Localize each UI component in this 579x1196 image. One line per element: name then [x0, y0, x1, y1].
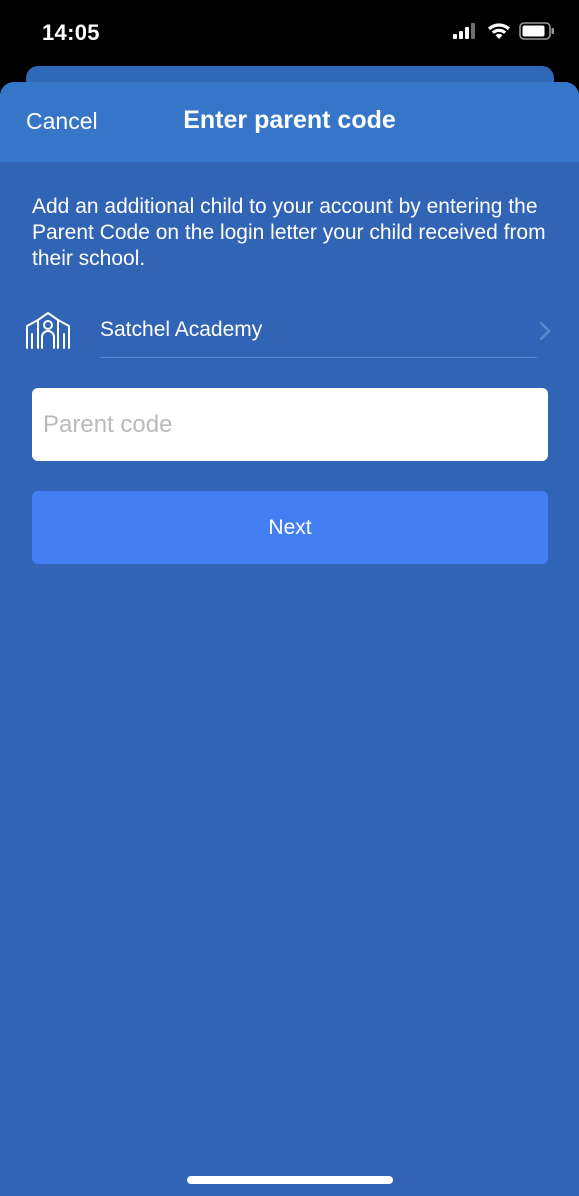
school-building-icon — [26, 312, 70, 349]
status-bar: 14:05 — [0, 0, 579, 70]
school-name: Satchel Academy — [100, 318, 263, 341]
next-button[interactable]: Next — [32, 491, 548, 564]
wifi-icon — [488, 23, 510, 39]
battery-icon — [519, 22, 554, 40]
home-indicator — [187, 1176, 393, 1184]
modal-sheet: Cancel Enter parent code Add an addition… — [0, 82, 579, 1196]
page-title: Enter parent code — [183, 106, 396, 134]
instructions-text: Add an additional child to your account … — [32, 195, 546, 270]
parent-code-input[interactable] — [32, 388, 548, 461]
nav-bar: Cancel Enter parent code — [0, 82, 579, 162]
status-icons — [453, 22, 555, 40]
cellular-signal-icon — [453, 23, 475, 39]
status-time: 14:05 — [42, 20, 100, 45]
school-selector[interactable]: Satchel Academy — [0, 308, 579, 358]
divider — [100, 357, 537, 358]
chevron-right-icon — [539, 321, 551, 341]
